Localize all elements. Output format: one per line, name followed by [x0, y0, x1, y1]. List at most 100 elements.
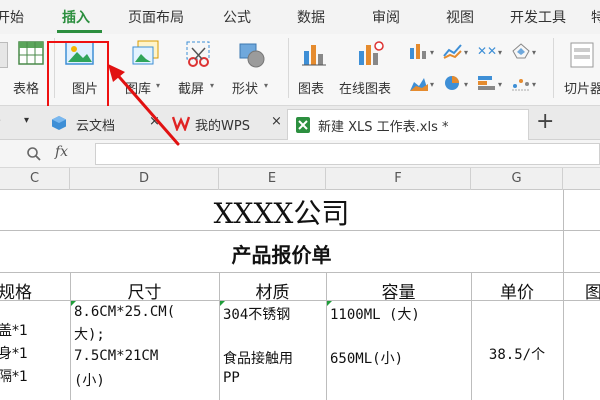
spec-line[interactable]: 盖*1 [0, 320, 28, 340]
nav-left-icon[interactable]: › [0, 113, 1, 128]
scissors-icon [186, 41, 210, 67]
header-material[interactable]: 材质 [219, 278, 326, 303]
formula-input[interactable] [95, 143, 600, 165]
header-size[interactable]: 尺寸 [70, 278, 219, 303]
zoom-icon[interactable] [26, 146, 42, 162]
slicer-icon [570, 42, 594, 68]
column-header-e[interactable]: E [219, 168, 326, 190]
separator [288, 38, 289, 98]
price-cell[interactable]: 38.5/个 [471, 344, 563, 364]
tab-review[interactable]: 审阅 [372, 0, 400, 34]
spreadsheet-grid[interactable]: XXXX公司 产品报价单 规格 尺寸 材质 容量 单价 图 盖*1 身*1 隔*… [0, 190, 600, 400]
online-chart-label: 在线图表 [339, 82, 392, 97]
size-line[interactable]: 8.6CM*25.CM( [74, 304, 175, 320]
shapes-label: 形状 [232, 82, 259, 97]
cloud-doc-tab[interactable] [51, 115, 67, 131]
column-header-c[interactable]: C [0, 168, 70, 190]
tab-insert[interactable]: 插入 [62, 0, 90, 34]
dropdown-icon[interactable]: ▾ [464, 80, 468, 89]
size-line[interactable]: 7.5CM*21CM [74, 348, 158, 364]
shapes-dropdown-icon[interactable]: ▾ [264, 81, 268, 90]
wps-logo-icon [171, 116, 191, 133]
online-chart-icon [359, 41, 384, 65]
column-header-d[interactable]: D [70, 168, 219, 190]
table-button[interactable] [17, 39, 47, 73]
scatter-chart-small-button[interactable]: ✕✕ [476, 42, 498, 62]
partial-icon [0, 42, 8, 68]
material-line[interactable]: 食品接触用 [223, 348, 293, 368]
other-chart-small-button[interactable] [510, 74, 532, 94]
menu-bar: 开始 插入 页面布局 公式 数据 审阅 视图 开发工具 特 [0, 0, 600, 34]
dropdown-icon[interactable]: ▾ [532, 48, 536, 57]
table-label: 表格 [13, 82, 40, 97]
tab-formulas[interactable]: 公式 [223, 0, 251, 34]
slicer-button[interactable] [568, 40, 596, 72]
gallery-dropdown-icon[interactable]: ▾ [156, 81, 160, 90]
gridline [0, 272, 600, 273]
document-tab-bar: › ▾ 云文档 × 我的WPS × 新建 XLS 工作表.xls * + [0, 106, 600, 140]
bar-chart-small-button[interactable] [476, 74, 498, 94]
column-header-h[interactable] [563, 168, 600, 190]
shapes-icon [239, 43, 265, 68]
material-line[interactable]: PP [223, 370, 240, 386]
column-header-f[interactable]: F [326, 168, 471, 190]
cube-icon [52, 116, 66, 130]
tab-list-dropdown-icon[interactable]: ▾ [24, 115, 29, 126]
close-icon[interactable]: × [149, 114, 160, 129]
dropdown-icon[interactable]: ▾ [532, 80, 536, 89]
capacity-line[interactable]: 650ML(小) [330, 348, 403, 368]
online-chart-button[interactable] [355, 39, 385, 73]
fx-icon[interactable]: fx [55, 144, 68, 160]
dropdown-icon[interactable]: ▾ [464, 48, 468, 57]
screenshot-button[interactable] [183, 39, 215, 73]
bar-chart-icon [302, 45, 326, 66]
radar-chart-small-button[interactable] [510, 42, 532, 62]
chart-button[interactable] [299, 39, 329, 73]
shapes-button[interactable] [236, 39, 268, 73]
screenshot-dropdown-icon[interactable]: ▾ [210, 81, 214, 90]
document-title[interactable]: 产品报价单 [0, 239, 563, 268]
gallery-button[interactable] [129, 39, 161, 73]
size-line[interactable]: (小) [74, 370, 105, 390]
doc-tab-label[interactable]: 云文档 [76, 115, 115, 134]
tab-view[interactable]: 视图 [446, 0, 474, 34]
area-chart-small-button[interactable] [408, 74, 430, 94]
header-capacity[interactable]: 容量 [326, 278, 471, 303]
size-line[interactable]: 大); [74, 324, 105, 344]
dropdown-icon[interactable]: ▾ [498, 48, 502, 57]
dropdown-icon[interactable]: ▾ [430, 80, 434, 89]
column-header-g[interactable]: G [471, 168, 563, 190]
spec-line[interactable]: 身*1 [0, 343, 28, 363]
active-document-tab[interactable]: 新建 XLS 工作表.xls * [287, 109, 529, 140]
scatter-chart-icon: ✕✕ [477, 44, 497, 58]
header-spec[interactable]: 规格 [0, 278, 32, 303]
header-price[interactable]: 单价 [471, 278, 563, 303]
tab-overflow[interactable]: 特 [591, 0, 600, 34]
tab-developer[interactable]: 开发工具 [510, 0, 566, 34]
capacity-line[interactable]: 1100ML (大) [330, 304, 420, 324]
active-tab-indicator [57, 30, 102, 33]
formula-bar: fx [0, 140, 600, 168]
material-line[interactable]: 304不锈钢 [223, 304, 290, 324]
spec-line[interactable]: 隔*1 [0, 366, 28, 386]
dropdown-icon[interactable]: ▾ [430, 48, 434, 57]
company-title[interactable]: XXXX公司 [0, 192, 563, 232]
pie-chart-icon [445, 76, 459, 90]
new-tab-button[interactable]: + [536, 109, 554, 134]
header-image[interactable]: 图 [585, 278, 600, 303]
dropdown-icon[interactable]: ▾ [498, 80, 502, 89]
tab-page-layout[interactable]: 页面布局 [128, 0, 184, 34]
line-chart-small-button[interactable] [442, 42, 464, 62]
table-icon [18, 41, 44, 65]
chart-label: 图表 [298, 82, 325, 97]
dot-chart-icon [512, 79, 530, 91]
tab-data[interactable]: 数据 [297, 0, 325, 34]
tab-home[interactable]: 开始 [0, 0, 24, 34]
column-chart-small-button[interactable] [408, 42, 430, 62]
doc-tab-label[interactable]: 我的WPS [195, 115, 250, 134]
close-icon[interactable]: × [271, 114, 282, 129]
radar-chart-icon [512, 43, 530, 59]
ribbon-toolbar: 表格 图片 图库 ▾ 截屏 ▾ 形状 ▾ 图表 在线图表 ▾ ▾ ✕✕ ▾ ▾ … [0, 34, 600, 139]
doc-tab-label: 新建 XLS 工作表.xls * [318, 120, 449, 135]
pie-chart-small-button[interactable] [442, 74, 464, 94]
